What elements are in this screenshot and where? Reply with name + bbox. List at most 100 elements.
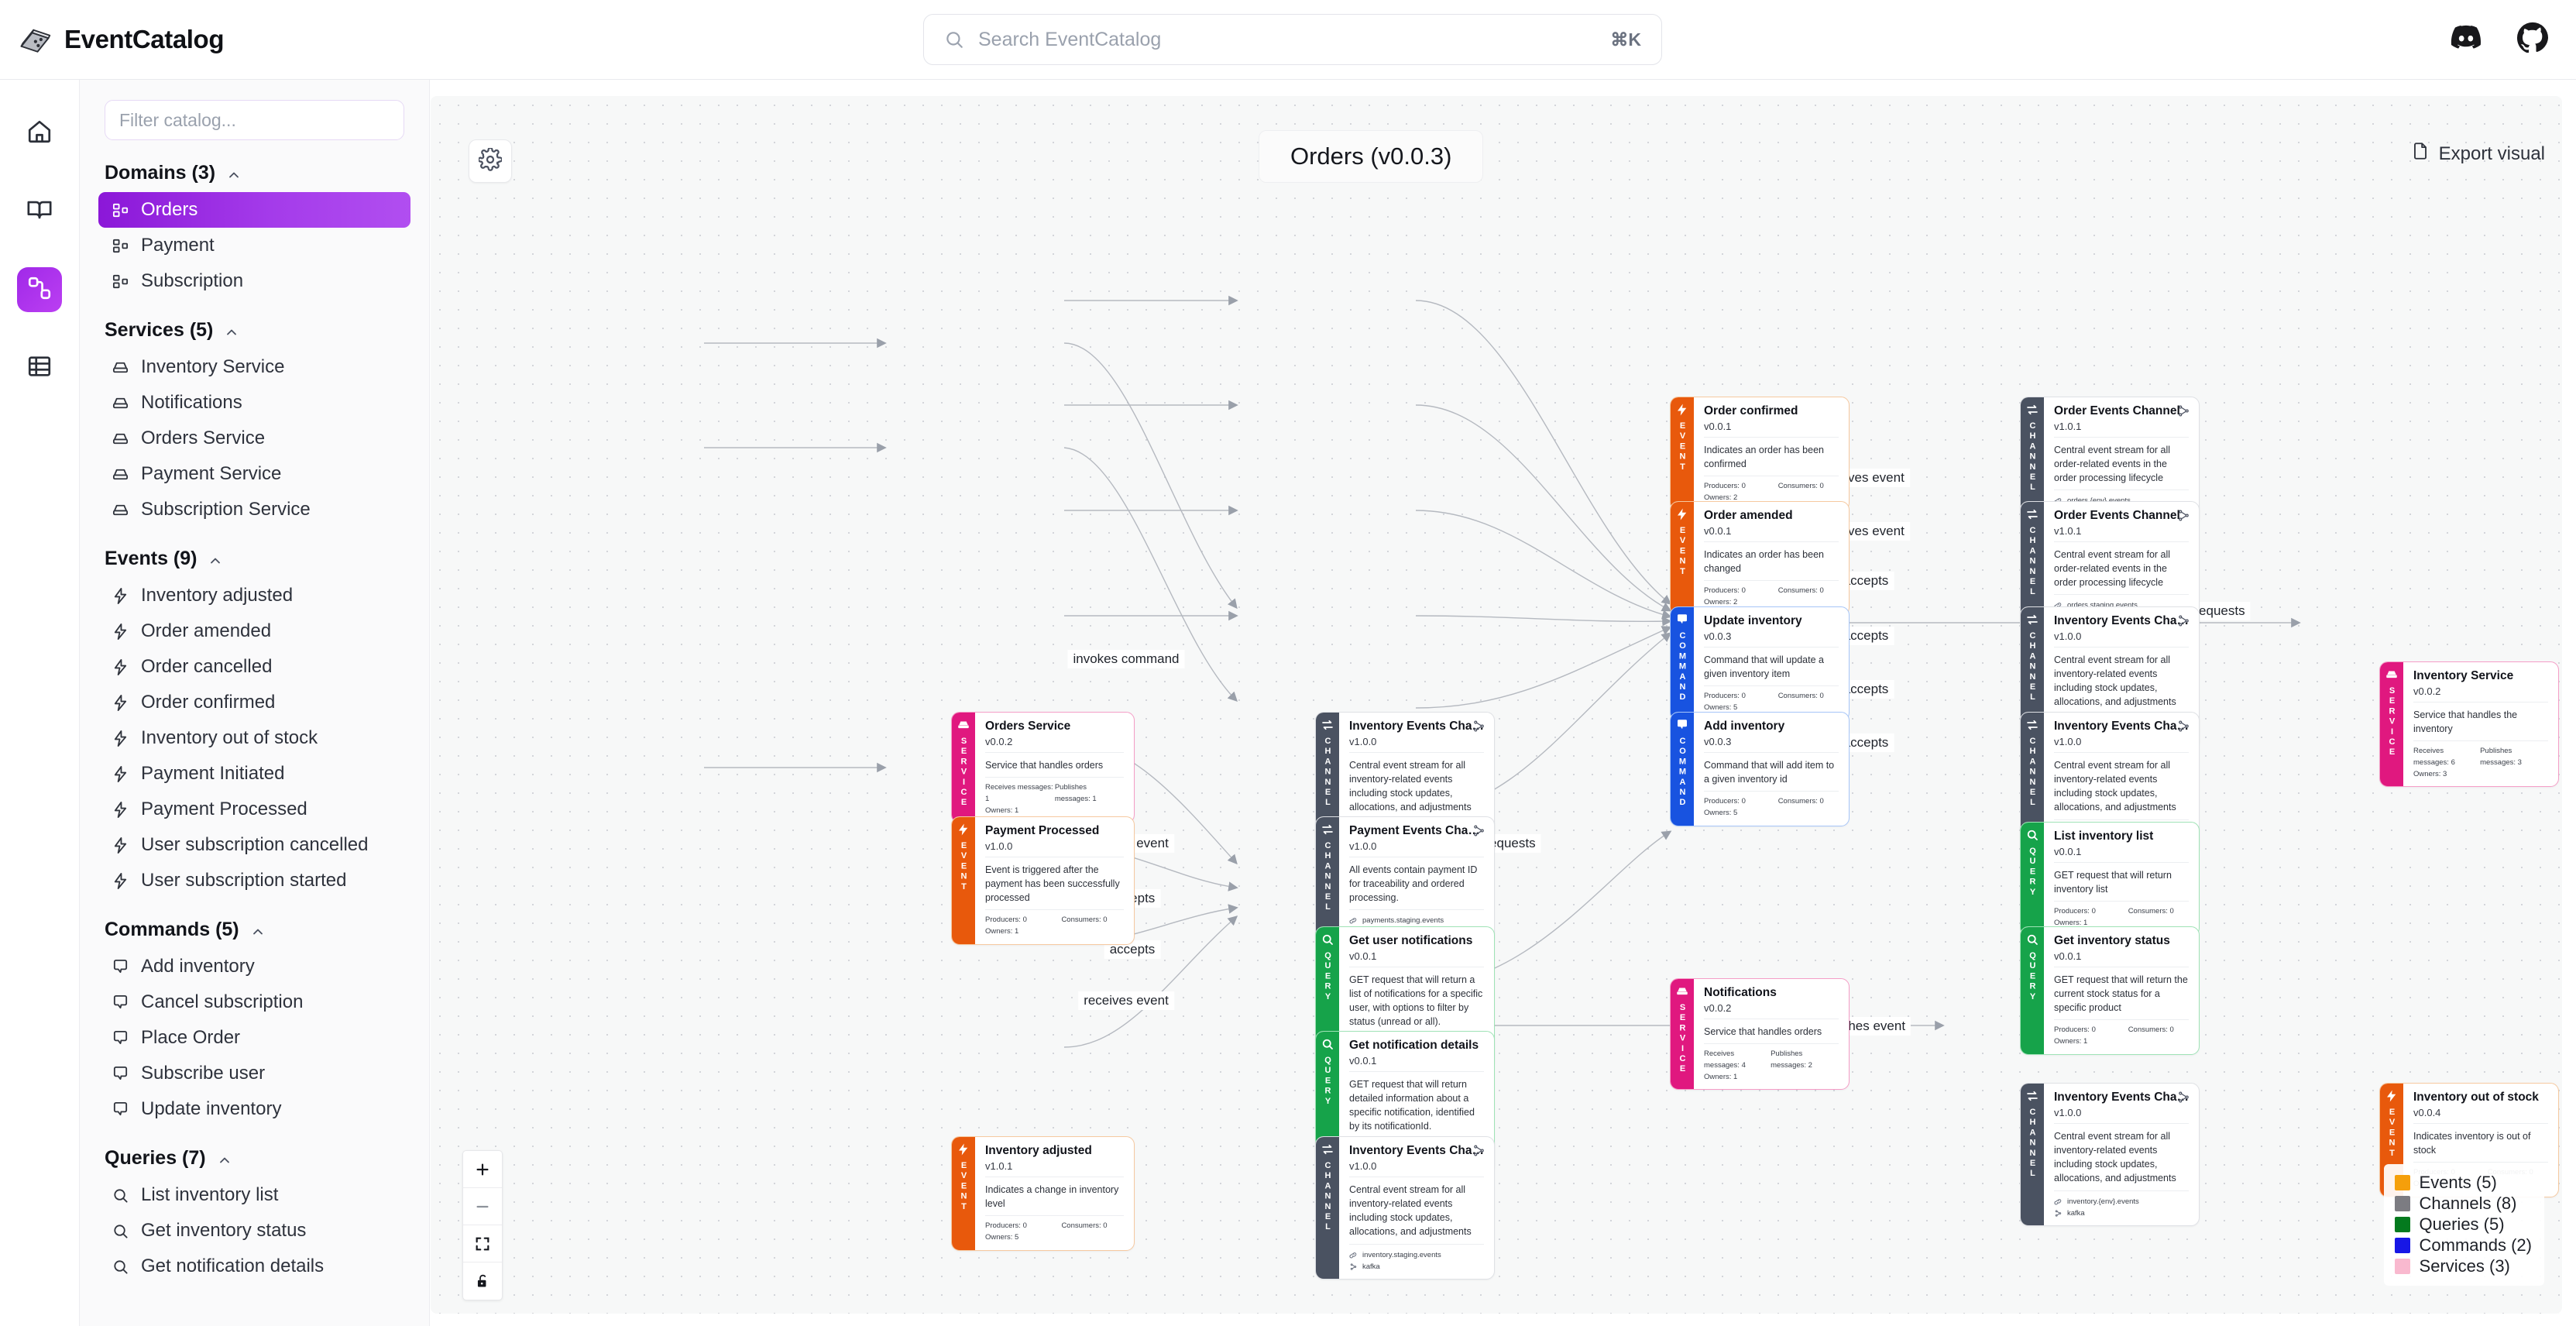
legend-label: Events (5) bbox=[2419, 1172, 2497, 1192]
sidebar-item-get-notification-details[interactable]: Get notification details bbox=[98, 1249, 410, 1284]
sidebar-item-subscription-service[interactable]: Subscription Service bbox=[98, 492, 410, 527]
sidebar-sections: Domains (3) Orders Payment Subscription Serv… bbox=[80, 162, 429, 1284]
graph-node-channel[interactable]: CHANNEL Inventory Events Channel v1.0.0 Cen… bbox=[2020, 1083, 2200, 1226]
sidebar-item-label: Notifications bbox=[141, 392, 242, 413]
node-description: Central event stream for all inventory-r… bbox=[2054, 752, 2189, 819]
sidebar-item-payment-processed[interactable]: Payment Processed bbox=[98, 792, 410, 827]
event-icon bbox=[1675, 403, 1689, 417]
graph-node-event[interactable]: EVENT Payment Processed v1.0.0 Event is tri… bbox=[951, 816, 1135, 945]
filter-catalog-box[interactable] bbox=[105, 100, 404, 140]
node-description: Command that will add item to a given in… bbox=[1704, 752, 1839, 791]
visualiser-canvas[interactable]: invokes commandreceives eventacceptsacce… bbox=[431, 96, 2562, 1314]
sidebar-item-inventory-service[interactable]: Inventory Service bbox=[98, 349, 410, 385]
search-input[interactable] bbox=[978, 28, 1611, 51]
sidebar-item-place-order[interactable]: Place Order bbox=[98, 1020, 410, 1056]
node-description: All events contain payment ID for tracea… bbox=[1349, 857, 1484, 909]
service-icon bbox=[112, 359, 129, 376]
graph-node-command[interactable]: COMMAND Add inventory v0.0.3 Command that w… bbox=[1670, 712, 1850, 826]
brand[interactable]: EventCatalog bbox=[19, 23, 224, 56]
node-title: Inventory adjusted bbox=[985, 1144, 1092, 1157]
sidebar-section-header[interactable]: Queries (7) bbox=[80, 1147, 429, 1170]
sidebar-item-payment-service[interactable]: Payment Service bbox=[98, 456, 410, 492]
graph-node-query[interactable]: QUERY List inventory list v0.0.1 GET reques… bbox=[2020, 822, 2200, 936]
sidebar-item-inventory-adjusted[interactable]: Inventory adjusted bbox=[98, 578, 410, 613]
node-description: Central event stream for all inventory-r… bbox=[2054, 647, 2189, 714]
graph-node-command[interactable]: COMMAND Update inventory v0.0.3 Command tha… bbox=[1670, 606, 1850, 721]
sidebar-item-notifications[interactable]: Notifications bbox=[98, 385, 410, 421]
node-meta-item: Owners: 3 bbox=[2413, 769, 2447, 778]
sidebar-item-label: Order confirmed bbox=[141, 692, 276, 713]
sidebar-item-payment-initiated[interactable]: Payment Initiated bbox=[98, 756, 410, 792]
node-version: v1.0.0 bbox=[1349, 840, 1377, 852]
sidebar-item-update-inventory[interactable]: Update inventory bbox=[98, 1091, 410, 1127]
sidebar-item-label: List inventory list bbox=[141, 1184, 279, 1205]
graph-node-service[interactable]: SERVICE Notifications v0.0.2 Service that h… bbox=[1670, 978, 1850, 1091]
rail-item-tables[interactable] bbox=[17, 345, 62, 390]
zoom-in-button[interactable] bbox=[463, 1151, 502, 1188]
sidebar-section-header[interactable]: Services (5) bbox=[80, 319, 429, 342]
toggle-interactivity-button[interactable] bbox=[463, 1262, 502, 1300]
sidebar-item-user-subscription-started[interactable]: User subscription started bbox=[98, 863, 410, 898]
sidebar-item-subscription[interactable]: Subscription bbox=[98, 263, 410, 299]
node-meta: Producers: 0 Consumers: 0 Owners: 5 bbox=[985, 1215, 1124, 1243]
channel-icon bbox=[2025, 507, 2039, 521]
search-bar[interactable]: ⌘K bbox=[923, 14, 1662, 65]
service-icon bbox=[112, 501, 129, 519]
node-meta-item: Owners: 1 bbox=[985, 927, 1019, 936]
rail-item-visualiser[interactable] bbox=[17, 267, 62, 312]
nodes-icon bbox=[26, 275, 53, 305]
node-meta-item: Publishes messages: 2 bbox=[1771, 1049, 1812, 1070]
chevron-up-icon bbox=[250, 922, 266, 938]
rail-item-home[interactable] bbox=[17, 111, 62, 156]
export-visual-button[interactable]: Export visual bbox=[2410, 141, 2545, 167]
graph-node-event[interactable]: EVENT Order amended v0.0.1 Indicates an ord… bbox=[1670, 501, 1850, 616]
sidebar-item-order-amended[interactable]: Order amended bbox=[98, 613, 410, 649]
legend-swatch bbox=[2394, 1195, 2410, 1211]
node-type-label: EVENT bbox=[1678, 421, 1688, 472]
node-meta-item: Receives messages: 6 bbox=[2413, 747, 2455, 767]
discord-icon[interactable] bbox=[2451, 22, 2482, 53]
sidebar-item-add-inventory[interactable]: Add inventory bbox=[98, 949, 410, 984]
sidebar-section-header[interactable]: Commands (5) bbox=[80, 919, 429, 941]
filter-catalog-input[interactable] bbox=[119, 109, 390, 131]
query-icon bbox=[112, 1187, 129, 1204]
sidebar-section-header[interactable]: Domains (3) bbox=[80, 162, 429, 184]
graph-node-event[interactable]: EVENT Inventory adjusted v1.0.1 Indicates a… bbox=[951, 1136, 1135, 1251]
sidebar-section-header[interactable]: Events (9) bbox=[80, 548, 429, 570]
rail-item-docs[interactable] bbox=[17, 189, 62, 234]
sidebar-item-get-inventory-status[interactable]: Get inventory status bbox=[98, 1213, 410, 1249]
graph-node-event[interactable]: EVENT Order confirmed v0.0.1 Indicates an o… bbox=[1670, 397, 1850, 511]
sidebar-item-order-confirmed[interactable]: Order confirmed bbox=[98, 685, 410, 720]
graph-node-channel[interactable]: CHANNEL Inventory Events Channel v1.0.0 Cen… bbox=[1315, 1136, 1495, 1280]
graph-node-service[interactable]: SERVICE Orders Service v0.0.2 Service that … bbox=[951, 712, 1135, 824]
sidebar-item-orders[interactable]: Orders bbox=[98, 192, 410, 228]
sidebar-item-list-inventory-list[interactable]: List inventory list bbox=[98, 1177, 410, 1213]
github-icon[interactable] bbox=[2517, 22, 2548, 53]
fit-view-button[interactable] bbox=[463, 1225, 502, 1262]
node-type-label: QUERY bbox=[1323, 951, 1333, 1002]
node-description: Central event stream for all order-relat… bbox=[2054, 541, 2189, 594]
node-meta-item: Publishes messages: 1 bbox=[1054, 783, 1097, 803]
zoom-out-button[interactable] bbox=[463, 1188, 502, 1225]
graph-node-service[interactable]: SERVICE Inventory Service v0.0.2 Service th… bbox=[2379, 661, 2559, 788]
node-type-label: SERVICE bbox=[959, 737, 969, 809]
node-version: v0.0.2 bbox=[1704, 1002, 1732, 1014]
sidebar-item-order-cancelled[interactable]: Order cancelled bbox=[98, 649, 410, 685]
settings-button[interactable] bbox=[469, 139, 512, 183]
graph-node-query[interactable]: QUERY Get inventory status v0.0.1 GET reque… bbox=[2020, 926, 2200, 1055]
sidebar-item-payment[interactable]: Payment bbox=[98, 228, 410, 263]
node-version: v1.0.0 bbox=[2054, 1107, 2082, 1118]
sidebar-item-label: Update inventory bbox=[141, 1098, 282, 1119]
sidebar-section-title: Events (9) bbox=[105, 548, 197, 569]
sidebar-item-inventory-out-of-stock[interactable]: Inventory out of stock bbox=[98, 720, 410, 756]
sidebar-item-orders-service[interactable]: Orders Service bbox=[98, 421, 410, 456]
sidebar-item-subscribe-user[interactable]: Subscribe user bbox=[98, 1056, 410, 1091]
channel-nodes-icon bbox=[2177, 404, 2190, 417]
node-type-strip: CHANNEL bbox=[2021, 1084, 2044, 1225]
channel-nodes-icon bbox=[1472, 824, 1485, 837]
sidebar-item-user-subscription-cancelled[interactable]: User subscription cancelled bbox=[98, 827, 410, 863]
node-description: Central event stream for all order-relat… bbox=[2054, 437, 2189, 490]
node-type-strip: SERVICE bbox=[952, 713, 975, 823]
node-type-label: QUERY bbox=[2028, 951, 2038, 1002]
sidebar-item-cancel-subscription[interactable]: Cancel subscription bbox=[98, 984, 410, 1020]
